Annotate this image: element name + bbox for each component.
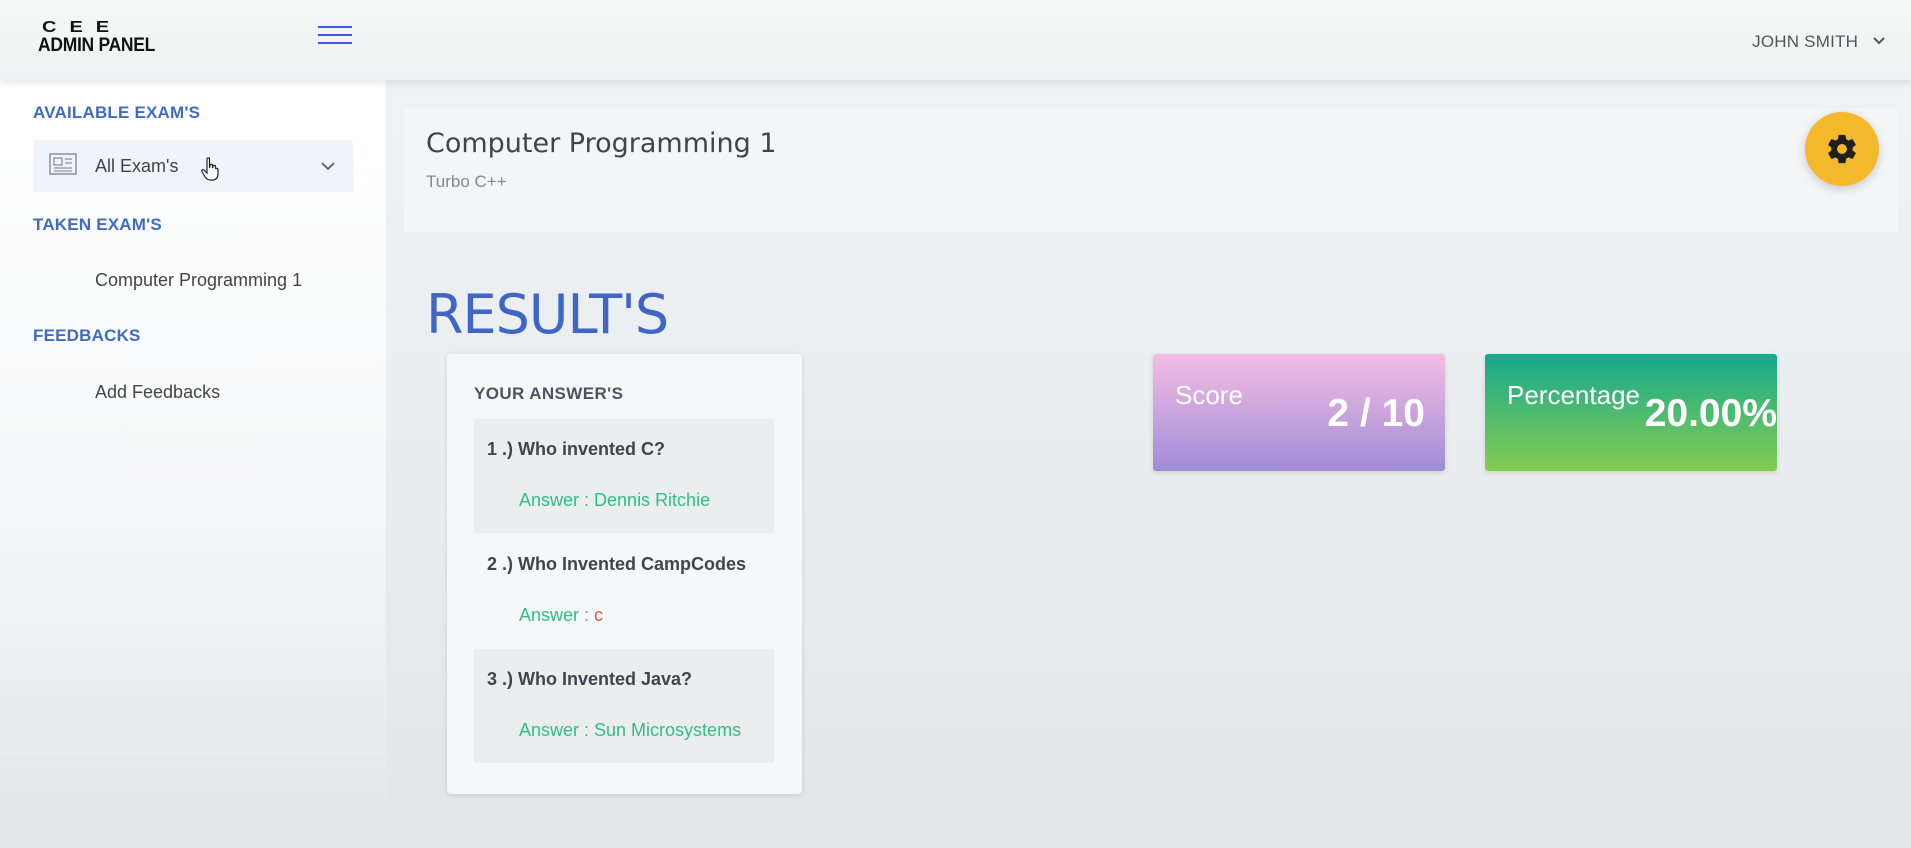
answer-prefix: Answer : [519,720,595,740]
logo-line1: CEE [42,18,123,36]
user-name: JOHN SMITH [1752,32,1859,51]
hand-cursor-icon [201,157,219,186]
main-content: Computer Programming 1 Turbo C++ RESULT'… [386,80,1911,848]
answer-prefix: Answer : [519,490,595,510]
sidebar: AVAILABLE EXAM'S All Exam's TAKEN EXAM'S… [0,80,386,848]
answer-item: 2 .) Who Invented CampCodes Answer : c [474,534,774,648]
answers-card: YOUR ANSWER'S 1 .) Who invented C? Answe… [447,354,802,794]
score-value: 2 / 10 [1327,392,1425,435]
percentage-label: Percentage [1507,380,1640,410]
sidebar-item-add-feedbacks[interactable]: Add Feedbacks [95,382,220,403]
answer-item: 3 .) Who Invented Java? Answer : Sun Mic… [474,649,774,763]
percentage-value: 20.00% [1644,392,1777,435]
feedbacks-heading: FEEDBACKS [33,326,141,345]
taken-exams-heading: TAKEN EXAM'S [33,215,162,234]
page-header [404,108,1898,232]
settings-button[interactable] [1805,112,1879,186]
question-text: 3 .) Who Invented Java? [487,669,693,689]
all-exams-dropdown[interactable]: All Exam's [33,140,353,192]
answer-value: Dennis Ritchie [594,490,711,510]
chevron-down-icon [1873,30,1885,50]
results-title: RESULT'S [426,283,669,346]
page-title: Computer Programming 1 [426,128,777,159]
answer-prefix: Answer : [519,605,595,625]
hamburger-icon[interactable] [318,26,352,48]
all-exams-label: All Exam's [95,156,179,176]
logo-line2: ADMIN PANEL [38,35,156,56]
score-card: Score 2 / 10 [1153,354,1445,471]
question-text: 1 .) Who invented C? [487,439,665,459]
answers-heading: YOUR ANSWER'S [474,384,624,403]
answer-item: 1 .) Who invented C? Answer : Dennis Rit… [474,419,774,533]
percentage-card: Percentage 20.00% [1485,354,1777,471]
score-label: Score [1175,380,1243,410]
sidebar-item-computer-programming-1[interactable]: Computer Programming 1 [95,270,302,291]
logo[interactable]: CEE ADMIN PANEL [38,18,178,56]
answer-text: Answer : c [519,605,603,626]
top-navbar: CEE ADMIN PANEL JOHN SMITH [0,0,1911,80]
user-menu[interactable]: JOHN SMITH [1752,30,1885,52]
answer-text: Answer : Sun Microsystems [519,720,741,741]
question-text: 2 .) Who Invented CampCodes [487,554,747,574]
answer-text: Answer : Dennis Ritchie [519,490,710,511]
gear-icon [1828,134,1856,164]
page-subtitle: Turbo C++ [426,172,507,191]
answer-value: Sun Microsystems [594,720,742,740]
newspaper-icon [49,153,77,182]
available-exams-heading: AVAILABLE EXAM'S [33,103,201,122]
answer-value: c [594,605,604,625]
chevron-down-icon [321,158,335,176]
